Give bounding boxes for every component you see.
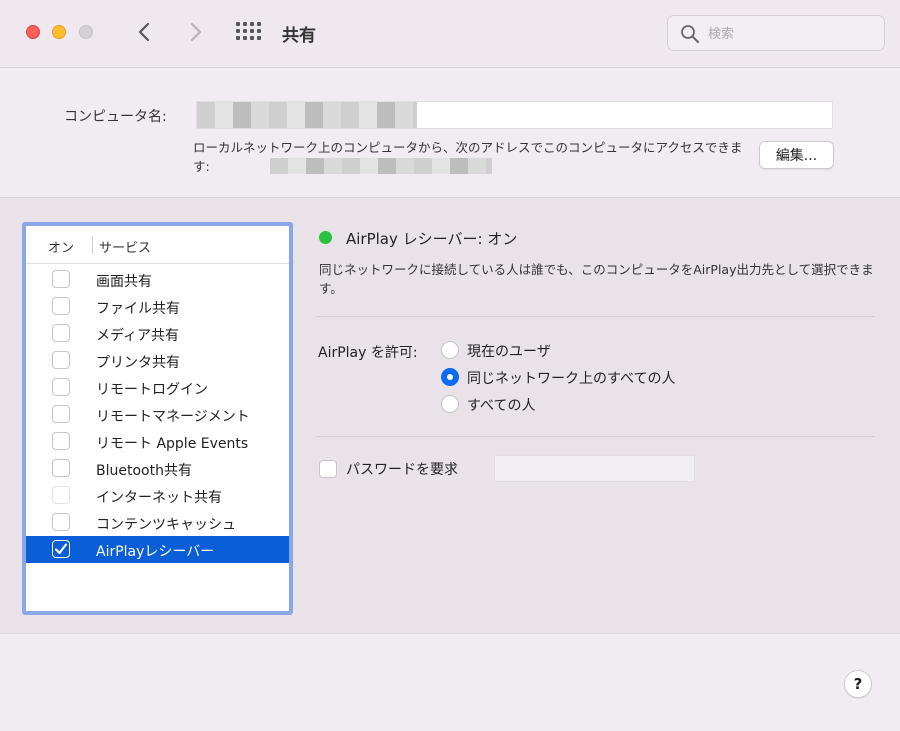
service-label: Bluetooth共有: [96, 463, 192, 479]
service-list[interactable]: オン サービス 画面共有 ファイル共有 メディア共有 プリンタ共有 リモートログ…: [22, 222, 293, 615]
search-box[interactable]: [667, 15, 885, 51]
service-row-remote-login[interactable]: リモートログイン: [26, 374, 289, 401]
back-button[interactable]: [133, 18, 157, 46]
service-row-remote-apple-events[interactable]: リモート Apple Events: [26, 428, 289, 455]
divider: [316, 436, 875, 437]
computer-name-label: コンピュータ名:: [64, 109, 167, 125]
service-checkbox[interactable]: [52, 324, 70, 342]
service-row-screen-sharing[interactable]: 画面共有: [26, 266, 289, 293]
service-label: 画面共有: [96, 274, 152, 290]
window-title: 共有: [282, 26, 316, 46]
toolbar: 共有: [0, 0, 900, 68]
checkmark-icon: [54, 543, 68, 555]
service-row-internet-sharing[interactable]: インターネット共有: [26, 482, 289, 509]
password-field[interactable]: [494, 455, 695, 482]
redacted-address: [270, 158, 492, 174]
radio-label-current-user[interactable]: 現在のユーザ: [467, 341, 551, 361]
service-checkbox[interactable]: [52, 513, 70, 531]
service-checkbox: [52, 486, 70, 504]
radio-current-user[interactable]: [441, 341, 459, 359]
service-checkbox[interactable]: [52, 297, 70, 315]
require-password-checkbox[interactable]: [319, 460, 337, 478]
redacted-computer-name: [197, 102, 417, 128]
service-label: リモート Apple Events: [96, 436, 249, 452]
service-status-title: AirPlay レシーバー: オン: [346, 230, 518, 248]
zoom-window-button[interactable]: [79, 25, 93, 39]
service-checkbox[interactable]: [52, 540, 70, 558]
service-row-bluetooth-sharing[interactable]: Bluetooth共有: [26, 455, 289, 482]
minimize-window-button[interactable]: [52, 25, 66, 39]
service-label: AirPlayレシーバー: [96, 544, 215, 560]
service-label: リモートマネージメント: [96, 409, 250, 425]
chevron-left-icon: [138, 22, 150, 42]
service-row-remote-management[interactable]: リモートマネージメント: [26, 401, 289, 428]
service-checkbox[interactable]: [52, 405, 70, 423]
edit-button[interactable]: 編集...: [759, 141, 834, 169]
service-label: リモートログイン: [96, 382, 208, 398]
service-row-file-sharing[interactable]: ファイル共有: [26, 293, 289, 320]
require-password-label[interactable]: パスワードを要求: [346, 459, 458, 479]
radio-label-same-network[interactable]: 同じネットワーク上のすべての人: [467, 368, 675, 388]
radio-everyone[interactable]: [441, 395, 459, 413]
column-header-on[interactable]: オン: [48, 237, 74, 256]
service-description: 同じネットワークに接続している人は誰でも、このコンピュータをAirPlay出力先…: [319, 262, 874, 296]
service-checkbox[interactable]: [52, 432, 70, 450]
close-window-button[interactable]: [26, 25, 40, 39]
service-checkbox[interactable]: [52, 270, 70, 288]
forward-button[interactable]: [183, 18, 207, 46]
service-row-content-caching[interactable]: コンテンツキャッシュ: [26, 509, 289, 536]
service-list-header: オン サービス: [26, 226, 289, 264]
radio-label-everyone[interactable]: すべての人: [467, 395, 535, 415]
column-header-service[interactable]: サービス: [99, 237, 151, 256]
service-row-printer-sharing[interactable]: プリンタ共有: [26, 347, 289, 374]
service-label: メディア共有: [96, 328, 180, 344]
service-checkbox[interactable]: [52, 459, 70, 477]
divider: [316, 316, 875, 317]
service-row-airplay-receiver[interactable]: AirPlayレシーバー: [26, 536, 289, 563]
computer-name-field[interactable]: [196, 101, 833, 129]
radio-same-network[interactable]: [441, 368, 459, 386]
service-row-media-sharing[interactable]: メディア共有: [26, 320, 289, 347]
help-button[interactable]: ?: [844, 670, 872, 698]
service-checkbox[interactable]: [52, 378, 70, 396]
column-divider: [92, 236, 93, 254]
status-indicator: [319, 231, 332, 244]
sharing-window: 共有 コンピュータ名: ローカルネットワーク上のコンピュータから、次のアドレスで…: [0, 0, 900, 731]
service-checkbox[interactable]: [52, 351, 70, 369]
show-all-button[interactable]: [236, 22, 262, 42]
allow-airplay-label: AirPlay を許可:: [318, 345, 418, 361]
service-label: コンテンツキャッシュ: [96, 517, 236, 533]
service-label: ファイル共有: [96, 301, 180, 317]
chevron-right-icon: [190, 22, 202, 42]
service-label: プリンタ共有: [96, 355, 180, 371]
search-icon: [681, 25, 699, 43]
search-input[interactable]: [708, 22, 876, 46]
service-label: インターネット共有: [96, 490, 222, 506]
